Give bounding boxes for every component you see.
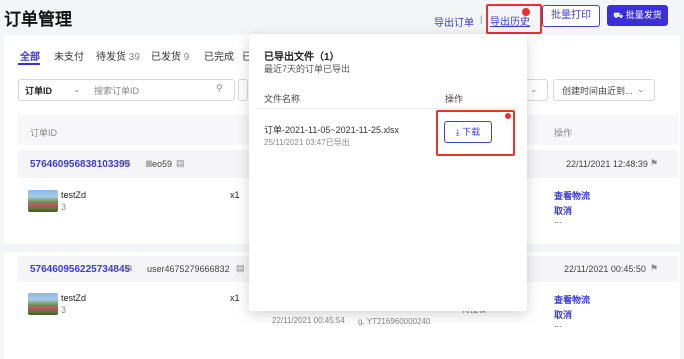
product-qty: x1 <box>230 190 240 200</box>
search-icon[interactable]: ⚲ <box>216 83 223 94</box>
download-label: 下载 <box>462 127 481 137</box>
chevron-down-icon: ⌄ <box>530 84 538 94</box>
tracking-number: g, YT216960000240 <box>358 317 431 326</box>
export-history-popup <box>249 34 527 311</box>
created-time: 22/11/2021 00:45:54 <box>272 316 345 325</box>
tab-shipped[interactable]: 已发货 9 <box>151 48 189 63</box>
page-title: 订单管理 <box>4 10 72 29</box>
col-action: 操作 <box>554 128 573 138</box>
batch-print-button[interactable]: 批量打印 <box>542 5 600 27</box>
notification-dot <box>522 8 530 16</box>
popup-subtitle: 最近7天的订单已导出 <box>264 64 351 74</box>
view-logistics-link[interactable]: 查看物流 <box>554 189 590 202</box>
filter-partial <box>238 79 248 101</box>
copy-icon[interactable]: ⧉ <box>124 158 130 169</box>
product-qty: x1 <box>230 293 240 303</box>
product-variant: 3 <box>61 305 67 315</box>
tab-active-indicator <box>18 63 40 65</box>
batch-ship-label: 批量发货 <box>625 10 662 20</box>
header-separator: | <box>480 14 483 24</box>
tab-completed[interactable]: 已完成 <box>204 48 234 63</box>
file-time: 25/11/2021 03:47已导出 <box>264 138 350 147</box>
col-popup-action: 操作 <box>445 94 464 104</box>
chevron-down-icon: ⌄ <box>73 84 81 94</box>
col-filename: 文件名称 <box>264 94 301 104</box>
order-id-link[interactable]: 576460956838103395 <box>30 159 130 170</box>
tab-to-ship[interactable]: 待发货 39 <box>96 48 140 63</box>
product-name: testZd <box>61 293 87 303</box>
order-date: 22/11/2021 00:45:50 <box>564 264 646 274</box>
order-date: 22/11/2021 12:48:39 <box>566 159 648 169</box>
tab-unpaid[interactable]: 未支付 <box>54 48 84 63</box>
popup-divider <box>257 108 519 109</box>
file-name: 订单-2021-11-05~2021-11-25.xlsx <box>264 125 399 135</box>
download-button[interactable]: ⤓ 下载 <box>444 121 492 143</box>
flag-icon[interactable]: ⚑ <box>650 158 658 169</box>
notification-dot <box>505 113 511 119</box>
tab-all[interactable]: 全部 <box>20 48 40 63</box>
col-order-id: 订单ID <box>30 128 58 138</box>
product-variant: 3 <box>61 202 67 212</box>
order-id-select[interactable]: 订单ID <box>25 84 52 97</box>
download-icon: ⤓ <box>455 127 460 137</box>
product-thumbnail <box>28 190 58 212</box>
product-name: testZd <box>61 190 87 200</box>
search-input[interactable]: 搜索订单ID <box>94 84 139 97</box>
flag-icon[interactable]: ⚑ <box>650 263 658 274</box>
more-actions[interactable]: ... <box>554 215 562 225</box>
buyer-name: llleo59 <box>146 159 173 169</box>
popup-title: 已导出文件（1） <box>264 52 340 63</box>
buyer-name: user4675279666832 <box>147 264 230 274</box>
more-actions[interactable]: ... <box>554 319 562 329</box>
chevron-down-icon: ⌄ <box>637 84 645 94</box>
sort-select-label: 创建时间由近到... <box>562 86 633 96</box>
copy-icon[interactable]: ⧉ <box>126 263 132 274</box>
order-id-link[interactable]: 576460956225734845 <box>30 264 130 275</box>
product-thumbnail <box>28 293 58 315</box>
view-logistics-link[interactable]: 查看物流 <box>554 293 590 306</box>
ship-icon: ⛟ <box>613 11 624 20</box>
batch-ship-button[interactable]: ⛟ 批量发货 <box>607 5 668 26</box>
chat-icon[interactable]: ▤ <box>236 263 245 274</box>
export-orders-link[interactable]: 导出订单 <box>434 14 474 29</box>
chat-icon[interactable]: ▤ <box>176 158 185 169</box>
